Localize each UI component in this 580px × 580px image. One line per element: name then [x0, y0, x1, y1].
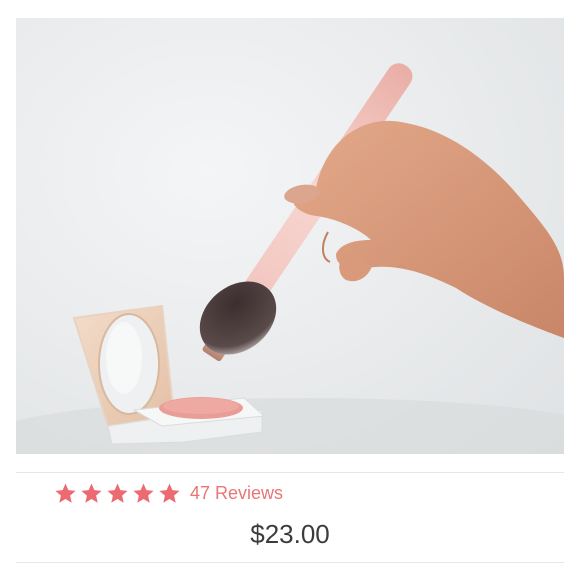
divider: [16, 472, 564, 473]
star-icon: [132, 482, 155, 505]
divider: [16, 562, 564, 563]
product-price: $23.00: [250, 519, 330, 549]
star-icon: [80, 482, 103, 505]
reviews-link[interactable]: 47 Reviews: [190, 483, 283, 504]
product-image[interactable]: LUXIE: [16, 18, 564, 454]
product-card: LUXIE 47 Reviews $23.00: [0, 0, 580, 580]
star-icon: [158, 482, 181, 505]
star-icon: [106, 482, 129, 505]
star-icon: [54, 482, 77, 505]
rating-row[interactable]: 47 Reviews: [54, 478, 283, 508]
